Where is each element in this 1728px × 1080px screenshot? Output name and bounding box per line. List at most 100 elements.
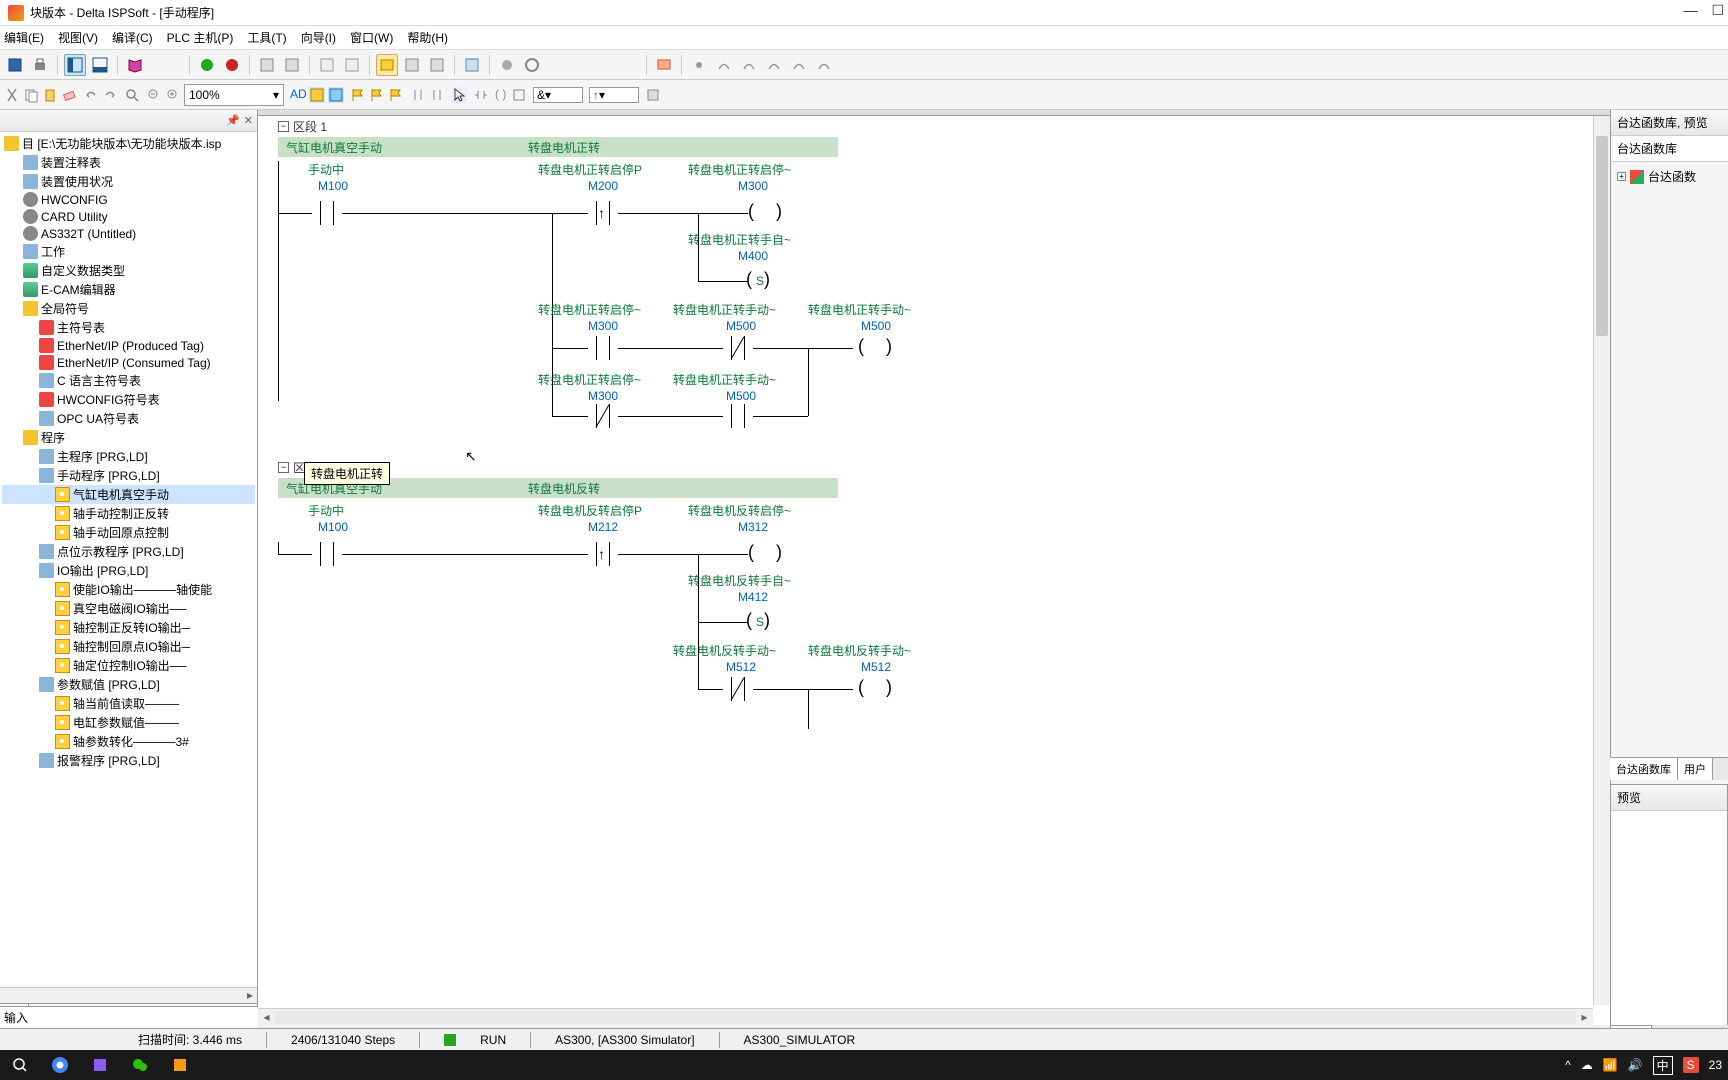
tb-g-icon[interactable] — [426, 54, 448, 76]
contact-no[interactable] — [588, 336, 618, 360]
tb-i-icon[interactable] — [496, 54, 518, 76]
minimize-button[interactable]: — — [1683, 2, 1697, 19]
contact-pulse[interactable]: ↑ — [588, 542, 618, 566]
tree-item[interactable]: IO输出 [PRG,LD] — [2, 561, 255, 580]
maximize-button[interactable]: ☐ — [1711, 2, 1724, 19]
tree-root[interactable]: 目 [E:\无功能块版本\无功能块版本.isp — [2, 134, 255, 153]
menu-window[interactable]: 窗口(W) — [350, 29, 393, 46]
tree-item[interactable]: 轴手动回原点控制 — [2, 523, 255, 542]
zoomin-icon[interactable] — [165, 87, 181, 103]
tree-item[interactable]: HWCONFIG符号表 — [2, 390, 255, 409]
tree-item[interactable]: EtherNet/IP (Consumed Tag) — [2, 354, 255, 371]
tb-j-icon[interactable] — [521, 54, 543, 76]
ladder-canvas[interactable]: − 区段 1 气缸电机真空手动 转盘电机正转 手动中 M100 转盘电机正转启停… — [258, 116, 1610, 1005]
panel2-icon[interactable] — [89, 54, 111, 76]
arc1-icon[interactable] — [713, 54, 735, 76]
coil[interactable]: ( ) — [858, 336, 896, 357]
save-icon[interactable] — [4, 54, 26, 76]
tb-c-icon[interactable] — [316, 54, 338, 76]
tray-up-icon[interactable]: ^ — [1565, 1058, 1571, 1072]
tree-item[interactable]: 气缸电机真空手动 — [2, 485, 255, 504]
coil[interactable]: ( ) — [748, 201, 786, 222]
mode1-icon[interactable] — [309, 87, 325, 103]
ladder-network-1[interactable]: 手动中 M100 转盘电机正转启停P M200 ↑ 转盘电机正转启停~ M300… — [278, 161, 1590, 441]
find-icon[interactable] — [124, 87, 140, 103]
contact-no[interactable] — [723, 404, 753, 428]
menu-edit[interactable]: 编辑(E) — [4, 29, 44, 46]
contact-nc[interactable] — [723, 677, 753, 701]
tree-item[interactable]: 参数赋值 [PRG,LD] — [2, 675, 255, 694]
tree-item[interactable]: 轴控制回原点IO输出─ — [2, 637, 255, 656]
coil[interactable]: ( ) — [858, 677, 896, 698]
tree-item[interactable]: 真空电磁阀IO输出── — [2, 599, 255, 618]
library-root-item[interactable]: + 台达函数 — [1615, 166, 1724, 187]
tree-item[interactable]: 轴控制正反转IO输出─ — [2, 618, 255, 637]
tb-h-icon[interactable] — [461, 54, 483, 76]
contact-nc[interactable] — [723, 336, 753, 360]
arc2-icon[interactable] — [738, 54, 760, 76]
contact-nc[interactable] — [588, 404, 618, 428]
mode2-icon[interactable] — [328, 87, 344, 103]
tray-wifi-icon[interactable]: 📶 — [1603, 1058, 1618, 1072]
paste-icon[interactable] — [42, 87, 58, 103]
up-combo[interactable]: ↑▾ — [589, 87, 639, 103]
print-icon[interactable] — [29, 54, 51, 76]
tb-a-icon[interactable] — [256, 54, 278, 76]
erase-icon[interactable] — [61, 87, 77, 103]
contact-no[interactable] — [312, 542, 342, 566]
zoomout-icon[interactable] — [146, 87, 162, 103]
tree-item[interactable]: 自定义数据类型 — [2, 261, 255, 280]
editor-hscroll[interactable]: ◂▸ — [258, 1008, 1593, 1025]
ladder-network-2[interactable]: 手动中 M100 转盘电机反转启停P M212 ↑ 转盘电机反转启停~ M312… — [278, 502, 1590, 742]
tree-item[interactable]: AS332T (Untitled) — [2, 225, 255, 242]
monitor-icon[interactable] — [653, 54, 675, 76]
tray-cloud-icon[interactable]: ☁ — [1581, 1058, 1593, 1072]
tab-user-lib[interactable]: 用户 — [1678, 758, 1713, 780]
menu-plc[interactable]: PLC 主机(P) — [167, 29, 234, 46]
undo-icon[interactable] — [83, 87, 99, 103]
section-2-header[interactable]: − 区段 2 — [258, 457, 1610, 478]
tb-f-icon[interactable] — [401, 54, 423, 76]
block-icon[interactable] — [645, 87, 661, 103]
tray-speaker-icon[interactable]: 🔊 — [1628, 1058, 1643, 1072]
coil-icon[interactable]: ( ) — [492, 87, 508, 103]
tree-item[interactable]: 电缸参数赋值──── — [2, 713, 255, 732]
tree-item[interactable]: 主程序 [PRG,LD] — [2, 447, 255, 466]
dot-icon[interactable] — [688, 54, 710, 76]
expand-icon[interactable]: + — [1617, 172, 1626, 181]
project-tree[interactable]: 目 [E:\无功能块版本\无功能块版本.isp装置注释表装置使用状况HWCONF… — [0, 132, 257, 987]
tree-item[interactable]: 主符号表 — [2, 318, 255, 337]
tree-item[interactable]: 轴手动控制正反转 — [2, 504, 255, 523]
editor-vscroll[interactable] — [1593, 116, 1610, 1005]
tb-d-icon[interactable] — [341, 54, 363, 76]
tray-sogou-icon[interactable]: S — [1683, 1057, 1699, 1073]
taskbar-ispsoft[interactable] — [164, 1053, 196, 1077]
close-sidebar-icon[interactable]: ✕ — [244, 114, 253, 127]
arc4-icon[interactable] — [788, 54, 810, 76]
taskbar-search[interactable] — [4, 1053, 36, 1077]
tree-item[interactable]: 装置注释表 — [2, 153, 255, 172]
and-combo[interactable]: &▾ — [533, 87, 583, 103]
tree-item[interactable]: 使能IO输出─────轴使能 — [2, 580, 255, 599]
tree-item[interactable]: EtherNet/IP (Produced Tag) — [2, 337, 255, 354]
panel1-icon[interactable] — [64, 54, 86, 76]
tree-item[interactable]: HWCONFIG — [2, 191, 255, 208]
flag3-icon[interactable] — [388, 87, 404, 103]
lad2-icon[interactable] — [429, 87, 445, 103]
tree-item[interactable]: 报警程序 [PRG,LD] — [2, 751, 255, 770]
tree-item[interactable]: 点位示教程序 [PRG,LD] — [2, 542, 255, 561]
section-1-header[interactable]: − 区段 1 — [258, 116, 1610, 137]
pin-icon[interactable]: 📌 — [226, 114, 240, 127]
tree-item[interactable]: 程序 — [2, 428, 255, 447]
tray-ime[interactable]: 中 — [1653, 1056, 1673, 1075]
copy-icon[interactable] — [23, 87, 39, 103]
arc5-icon[interactable] — [813, 54, 835, 76]
addr-icon[interactable]: ADDR — [290, 88, 306, 102]
tree-item[interactable]: 手动程序 [PRG,LD] — [2, 466, 255, 485]
menu-compile[interactable]: 编译(C) — [112, 29, 153, 46]
menu-help[interactable]: 帮助(H) — [407, 29, 448, 46]
menu-view[interactable]: 视图(V) — [58, 29, 98, 46]
book-icon[interactable] — [124, 54, 146, 76]
flag2-icon[interactable] — [369, 87, 385, 103]
tree-item[interactable]: E-CAM编辑器 — [2, 280, 255, 299]
